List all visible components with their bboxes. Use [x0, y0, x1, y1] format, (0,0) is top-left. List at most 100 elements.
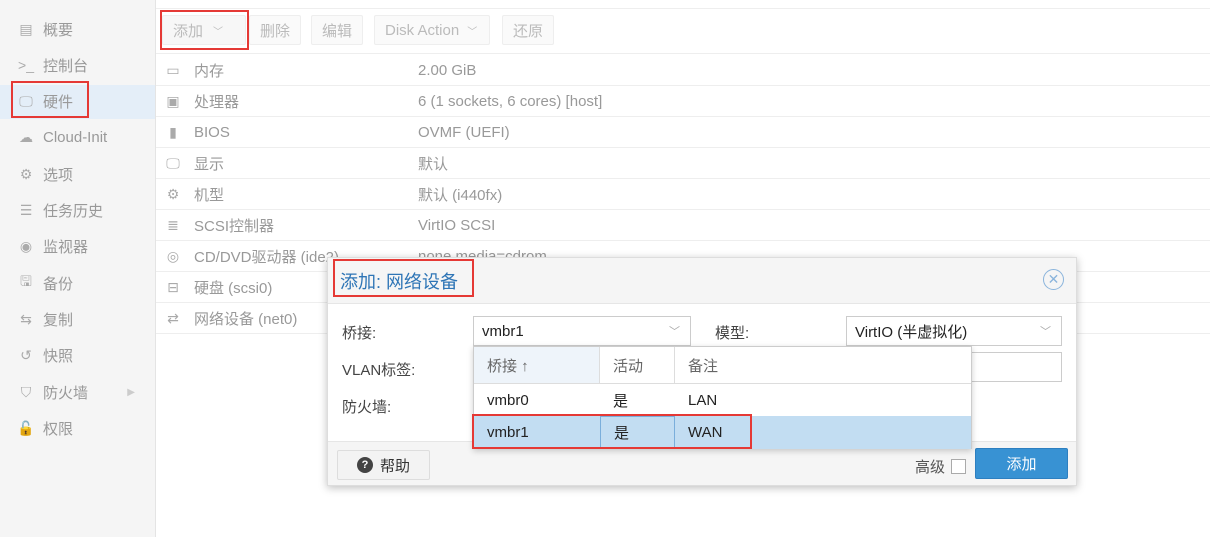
- sidebar-item-label: 快照: [43, 348, 74, 366]
- sidebar-item-label: 选项: [43, 166, 74, 184]
- sidebar-item[interactable]: ▤ 概要: [0, 12, 155, 46]
- hardware-key: 机型: [194, 186, 225, 204]
- hardware-value: VirtIO SCSI: [418, 216, 496, 234]
- chevron-down-icon: ﹀: [1040, 326, 1051, 338]
- add-button[interactable]: 添加 ﹀: [162, 15, 246, 45]
- hardware-key: BIOS: [194, 123, 230, 141]
- bridge-label: 桥接:: [342, 325, 377, 342]
- hardware-key: CD/DVD驱动器 (ide2): [194, 248, 340, 266]
- grid-row[interactable]: vmbr0 是 LAN: [474, 384, 971, 417]
- cloud-icon: ☁: [19, 129, 33, 146]
- dialog-add-button[interactable]: 添加: [975, 448, 1068, 479]
- sidebar-item-label: 备份: [43, 275, 74, 293]
- sidebar-item-label: 硬件: [43, 94, 74, 112]
- sidebar-item[interactable]: >_ 控制台: [0, 48, 155, 82]
- sidebar-item[interactable]: ☰ 任务历史: [0, 194, 155, 228]
- hardware-row[interactable]: ⚙ 机型 默认 (i440fx): [156, 179, 1210, 210]
- hardware-key: 硬盘 (scsi0): [194, 279, 273, 297]
- cell-comment: WAN: [688, 424, 723, 441]
- list-icon: ☰: [19, 202, 33, 218]
- sidebar-item-label: 防火墙: [43, 384, 89, 402]
- bridge-value: vmbr1: [482, 322, 524, 340]
- hardware-row[interactable]: ≣ SCSI控制器 VirtIO SCSI: [156, 210, 1210, 241]
- bridge-select[interactable]: vmbr1 ﹀: [473, 316, 691, 346]
- exchange-icon: ⇄: [167, 309, 179, 326]
- chevron-down-icon: ﹀: [467, 26, 478, 38]
- hardware-row[interactable]: ▣ 处理器 6 (1 sockets, 6 cores) [host]: [156, 86, 1210, 117]
- cpu-icon: ▣: [166, 92, 180, 109]
- model-value: VirtIO (半虚拟化): [855, 323, 968, 341]
- question-icon: ?: [356, 457, 373, 473]
- book-icon: ▤: [19, 20, 33, 37]
- hdd-icon: ⊟: [167, 278, 179, 295]
- hardware-value: 6 (1 sockets, 6 cores) [host]: [418, 92, 603, 110]
- chevron-down-icon: ﹀: [669, 326, 680, 338]
- sidebar: ▤ 概要 >_ 控制台 🖵 硬件 ☁ Cloud-Init ⚙ 选项 ☰ 任务历史 ◉ 监视器 🖫 备份 ⇆ 复制…: [0, 0, 156, 537]
- close-icon[interactable]: ✕: [1043, 269, 1064, 290]
- sidebar-item-label: 复制: [43, 311, 74, 329]
- add-label: 添加: [173, 22, 204, 40]
- header-label: 备注: [688, 357, 719, 375]
- hardware-row[interactable]: ▭ 内存 2.00 GiB: [156, 55, 1210, 86]
- grid-row[interactable]: vmbr1 是 WAN: [474, 416, 971, 449]
- bridge-dropdown-grid: 桥接 ↑ 活动 备注 vmbr0 是 LAN vmbr1 是 WAN: [473, 346, 972, 449]
- help-label: 帮助: [379, 457, 410, 475]
- sidebar-item[interactable]: ⇆ 复制: [0, 302, 155, 336]
- sidebar-item-label: 权限: [43, 420, 74, 438]
- header-label: 桥接 ↑: [487, 357, 529, 375]
- database-icon: ≣: [167, 216, 179, 233]
- sidebar-item[interactable]: ⛉ 防火墙 ▶: [0, 375, 155, 409]
- sidebar-item-label: 任务历史: [43, 203, 104, 220]
- sidebar-item[interactable]: ↺ 快照: [0, 339, 155, 373]
- cdrom-icon: ◎: [166, 247, 180, 264]
- cell-bridge: vmbr0: [487, 392, 529, 409]
- remove-button[interactable]: 删除: [249, 15, 302, 45]
- chevron-down-icon: ﹀: [213, 26, 224, 38]
- cell-active: 是: [613, 393, 629, 410]
- sidebar-item[interactable]: 🔓 权限: [0, 411, 155, 445]
- hardware-value: OVMF (UEFI): [418, 123, 510, 141]
- retweet-icon: ⇆: [20, 310, 32, 327]
- model-select[interactable]: VirtIO (半虚拟化) ﹀: [846, 316, 1062, 346]
- shield-icon: ⛉: [20, 383, 32, 400]
- cell-comment: LAN: [688, 392, 718, 409]
- revert-button[interactable]: 还原: [502, 15, 555, 45]
- caret-right-icon: ▶: [127, 386, 135, 398]
- hardware-key: SCSI控制器: [194, 217, 275, 235]
- advanced-checkbox[interactable]: [951, 459, 966, 474]
- firewall-label: 防火墙:: [342, 399, 392, 416]
- sidebar-item[interactable]: 🖫 备份: [0, 266, 155, 300]
- edit-button[interactable]: 编辑: [311, 15, 364, 45]
- help-button[interactable]: ? 帮助: [337, 450, 430, 480]
- column-header-bridge[interactable]: 桥接 ↑: [474, 347, 600, 384]
- hardware-value: 默认: [418, 155, 449, 173]
- disk-action-label: Disk Action: [385, 21, 460, 39]
- floppy-icon: 🖫: [20, 273, 32, 290]
- cogs-icon: ⚙: [166, 185, 180, 202]
- sidebar-item[interactable]: ◉ 监视器: [0, 230, 155, 264]
- disk-action-button[interactable]: Disk Action ﹀: [374, 15, 490, 45]
- hardware-row[interactable]: 🖵 显示 默认: [156, 148, 1210, 179]
- column-header-active[interactable]: 活动: [600, 347, 675, 384]
- header-label: 活动: [613, 357, 644, 375]
- sidebar-item-label: 概要: [43, 21, 74, 39]
- cell-active: 是: [600, 416, 675, 449]
- model-label: 模型:: [715, 325, 750, 342]
- eye-icon: ◉: [19, 238, 33, 255]
- hardware-key: 处理器: [194, 93, 240, 111]
- sidebar-item[interactable]: ⚙ 选项: [0, 157, 155, 191]
- hardware-key: 内存: [194, 62, 225, 80]
- column-header-comment[interactable]: 备注: [675, 347, 971, 384]
- sidebar-item[interactable]: 🖵 硬件: [0, 84, 155, 119]
- hardware-row[interactable]: ▮ BIOS OVMF (UEFI): [156, 117, 1210, 148]
- gear-icon: ⚙: [19, 165, 33, 182]
- dialog-header: 添加: 网络设备 ✕: [328, 258, 1076, 304]
- monitor-icon: 🖵: [19, 93, 33, 110]
- advanced-toggle[interactable]: 高级: [915, 456, 966, 477]
- sidebar-item[interactable]: ☁ Cloud-Init: [0, 121, 155, 155]
- toolbar: 添加 ﹀ 删除 编辑 Disk Action ﹀ 还原: [156, 8, 1210, 54]
- sidebar-item-label: Cloud-Init: [43, 129, 108, 147]
- sidebar-item-label: 控制台: [43, 57, 89, 75]
- hardware-key: 网络设备 (net0): [194, 310, 298, 328]
- desktop-icon: 🖵: [166, 154, 180, 171]
